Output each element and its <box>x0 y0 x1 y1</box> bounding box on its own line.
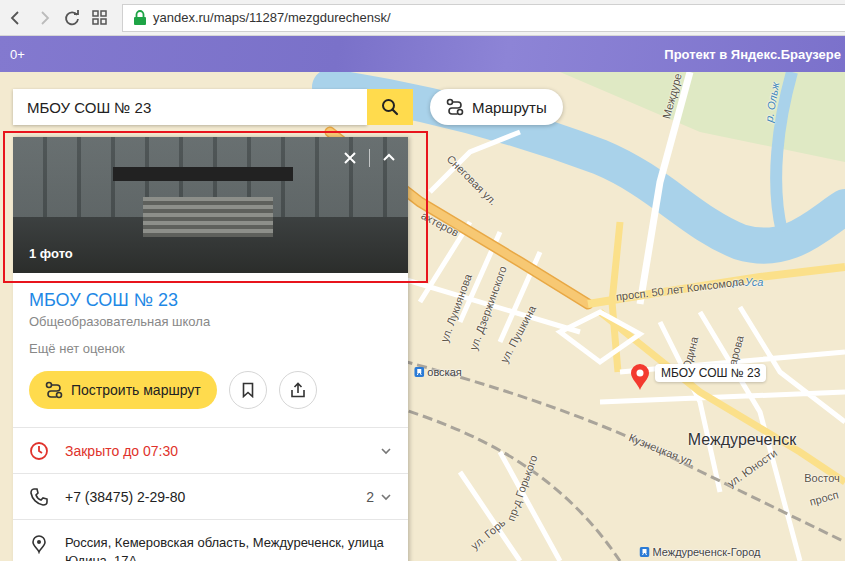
route-icon <box>446 98 464 116</box>
phone-text[interactable]: +7 (38475) 2-29-80 <box>65 489 350 505</box>
train-station-icon <box>414 367 424 377</box>
bookmark-button[interactable] <box>229 371 267 409</box>
routes-button[interactable]: Маршруты <box>430 89 563 125</box>
address-row: Россия, Кемеровская область, Междуреченс… <box>13 520 408 561</box>
place-rating[interactable]: Ещё нет оценок <box>29 341 392 357</box>
hours-row[interactable]: Закрыто до 07:30 <box>13 428 408 474</box>
search-value[interactable]: МБОУ СОШ № 23 <box>27 99 151 116</box>
share-button[interactable] <box>279 371 317 409</box>
place-title[interactable]: МБОУ СОШ № 23 <box>29 289 392 311</box>
map-label: Междуреченск-Город <box>640 546 761 558</box>
apps-grid-icon[interactable] <box>90 8 110 28</box>
phone-icon <box>29 487 49 507</box>
map-label: овская <box>414 366 461 378</box>
build-route-button[interactable]: Построить маршрут <box>29 371 217 409</box>
share-icon <box>290 382 306 398</box>
browser-toolbar: yandex.ru/maps/11287/mezgdurechensk/ <box>0 0 845 36</box>
photo-controls <box>343 149 396 167</box>
search-row: МБОУ СОШ № 23 Маршруты <box>13 89 563 125</box>
place-category: Общеобразовательная школа <box>29 314 392 330</box>
chevron-down-icon[interactable] <box>380 445 392 457</box>
url-text: yandex.ru/maps/11287/mezgdurechensk/ <box>153 10 391 25</box>
promo-banner[interactable]: 0+ Протект в Яндекс.Браузере <box>0 36 845 72</box>
train-station-icon <box>640 547 650 557</box>
map-pin[interactable]: МБОУ СОШ № 23 <box>631 364 766 390</box>
photo-count[interactable]: 1 фото <box>29 246 73 261</box>
banner-text[interactable]: Протект в Яндекс.Браузере <box>664 47 841 62</box>
pin-marker-icon[interactable] <box>631 364 649 390</box>
address-line: Россия, Кемеровская область, Междуреченс… <box>65 534 392 552</box>
address-text: Россия, Кемеровская область, Междуреченс… <box>65 534 392 561</box>
place-photo[interactable]: 1 фото <box>13 137 408 273</box>
clock-icon <box>29 441 49 461</box>
photo-image-detail <box>113 167 293 181</box>
separator <box>369 149 370 167</box>
photo-image-detail <box>143 197 273 237</box>
map-label-text: овская <box>427 366 461 378</box>
map-label-text: Междуреченск-Город <box>653 546 761 558</box>
age-rating: 0+ <box>10 47 25 62</box>
chevron-down-icon[interactable] <box>380 491 392 503</box>
lock-icon <box>133 10 147 26</box>
route-icon <box>45 381 63 399</box>
map[interactable]: Междуре р. Ольж Снеговая ул. ахтеров р. … <box>0 72 845 561</box>
map-label-text: Междуреченск <box>688 431 796 449</box>
reload-icon[interactable] <box>62 8 82 28</box>
location-icon <box>29 534 49 554</box>
address-bar[interactable]: yandex.ru/maps/11287/mezgdurechensk/ <box>122 4 845 32</box>
hours-text: Закрыто до 07:30 <box>65 443 364 459</box>
map-label-text: Восточ <box>804 472 839 484</box>
routes-label: Маршруты <box>472 99 547 116</box>
highlight-box <box>3 131 428 283</box>
address-line: Юдина, 17А <box>65 552 392 561</box>
bookmark-icon <box>240 382 256 398</box>
build-route-label: Построить маршрут <box>71 382 201 398</box>
forward-icon[interactable] <box>34 8 54 28</box>
browser-window: yandex.ru/maps/11287/mezgdurechensk/ 0+ … <box>0 0 845 561</box>
card-body: МБОУ СОШ № 23 Общеобразовательная школа … <box>13 273 408 428</box>
action-row: Построить маршрут <box>29 371 392 409</box>
map-label: Междуреченск <box>688 431 796 449</box>
collapse-icon[interactable] <box>382 151 396 165</box>
search-button[interactable] <box>367 89 413 125</box>
back-icon[interactable] <box>6 8 26 28</box>
magnifier-icon <box>381 98 399 116</box>
close-icon[interactable] <box>343 151 357 165</box>
phone-row[interactable]: +7 (38475) 2-29-80 2 <box>13 474 408 520</box>
place-card: 1 фото МБОУ СОШ № 23 Общеобразовательная… <box>13 137 408 561</box>
pin-label[interactable]: МБОУ СОШ № 23 <box>655 364 766 382</box>
map-label: Восточ <box>804 472 839 484</box>
phone-count[interactable]: 2 <box>366 489 374 505</box>
search-field[interactable]: МБОУ СОШ № 23 <box>13 89 367 125</box>
